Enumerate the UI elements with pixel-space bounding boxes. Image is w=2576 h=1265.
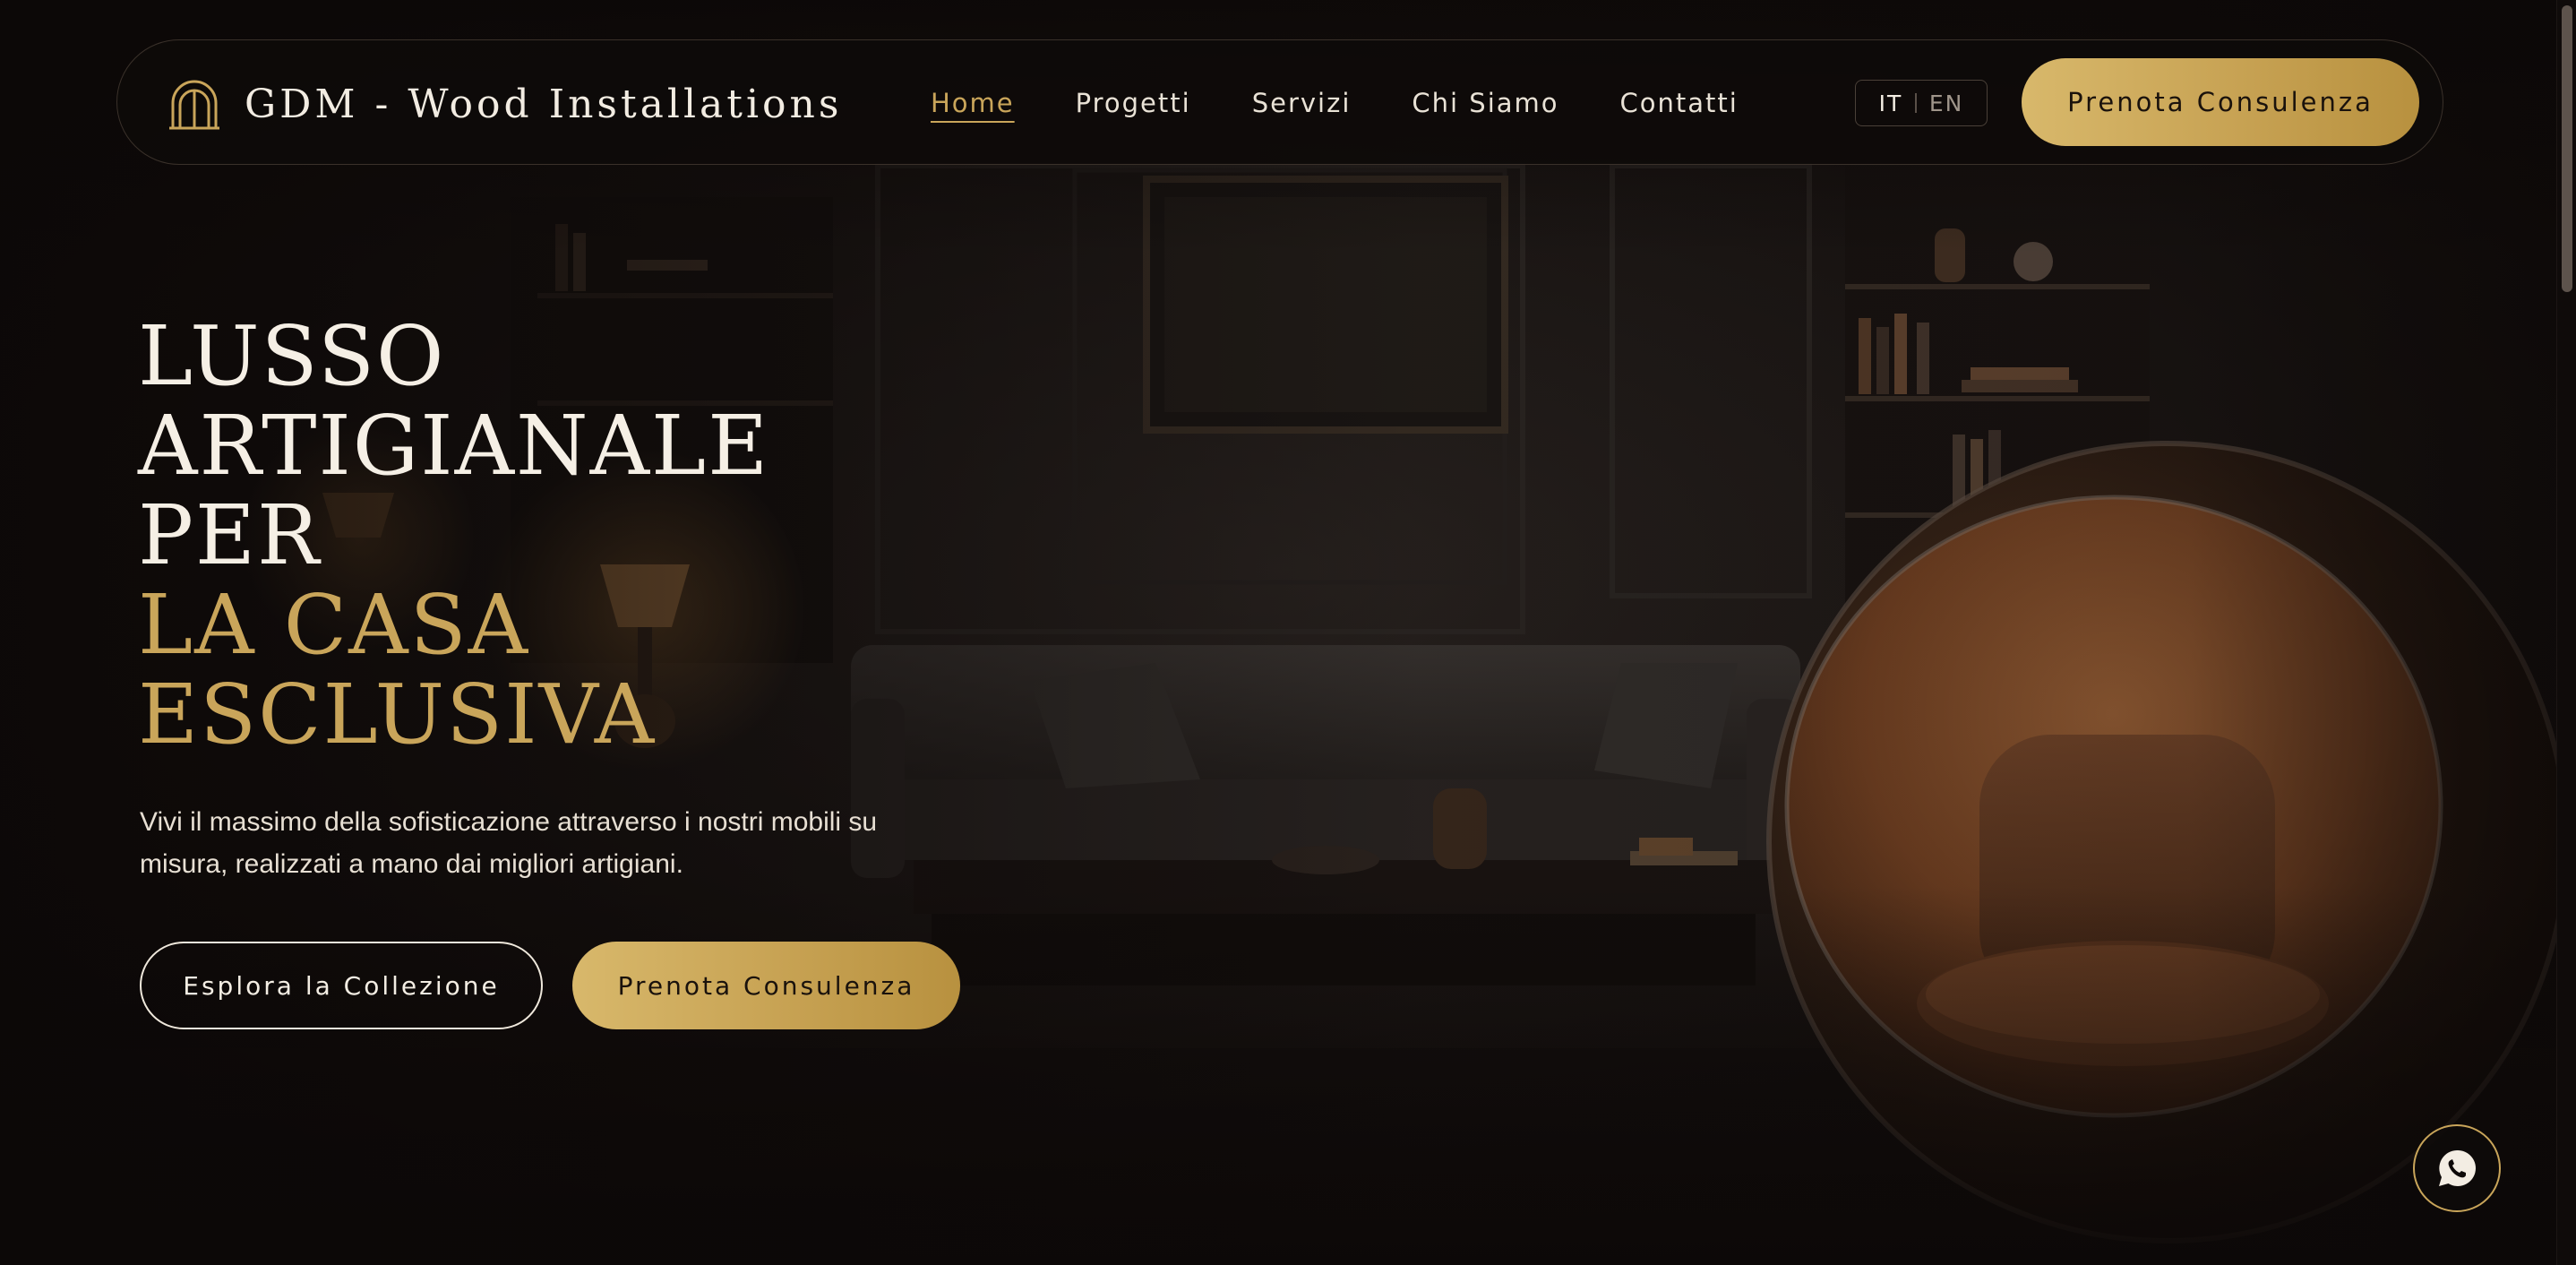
arch-door-icon xyxy=(169,80,219,130)
language-option-it[interactable]: IT xyxy=(1879,90,1903,116)
language-option-en[interactable]: EN xyxy=(1929,90,1964,116)
nav-link-contatti[interactable]: Contatti xyxy=(1620,83,1739,123)
whatsapp-icon xyxy=(2439,1149,2476,1186)
brand-logo[interactable]: GDM - Wood Installations xyxy=(167,78,842,130)
scrollbar-thumb[interactable] xyxy=(2562,5,2572,292)
page: GDM - Wood Installations Home Progetti S… xyxy=(0,0,2576,1265)
nav-link-chi-siamo[interactable]: Chi Siamo xyxy=(1412,83,1558,123)
hero-title-accent-line: LA CASA xyxy=(138,577,530,673)
page-scrollbar[interactable] xyxy=(2556,0,2576,1265)
language-divider xyxy=(1915,93,1917,113)
explore-collection-button[interactable]: Esplora la Collezione xyxy=(140,942,543,1029)
top-navbar: GDM - Wood Installations Home Progetti S… xyxy=(116,39,2443,165)
hero-book-consultation-button[interactable]: Prenota Consulenza xyxy=(572,942,960,1029)
nav-book-consultation-button[interactable]: Prenota Consulenza xyxy=(2022,58,2419,146)
hero-title: LUSSO ARTIGIANALE PER LA CASA ESCLUSIVA xyxy=(138,312,769,760)
language-switcher: IT EN xyxy=(1855,80,1988,126)
hero-title-accent-line: ESCLUSIVA xyxy=(138,667,657,762)
brand-name: GDM - Wood Installations xyxy=(245,81,843,127)
hero-subtitle: Vivi il massimo della sofisticazione att… xyxy=(140,807,878,879)
nav-link-progetti[interactable]: Progetti xyxy=(1076,83,1191,123)
nav-links: Home Progetti Servizi Chi Siamo Contatti xyxy=(931,83,1799,123)
hero-title-line: ARTIGIANALE xyxy=(138,398,770,494)
nav-link-servizi[interactable]: Servizi xyxy=(1252,83,1352,123)
hero-title-line: LUSSO xyxy=(138,308,446,404)
whatsapp-chat-button[interactable] xyxy=(2413,1124,2501,1212)
hero-title-line: PER xyxy=(138,487,322,583)
nav-link-home[interactable]: Home xyxy=(931,83,1015,123)
